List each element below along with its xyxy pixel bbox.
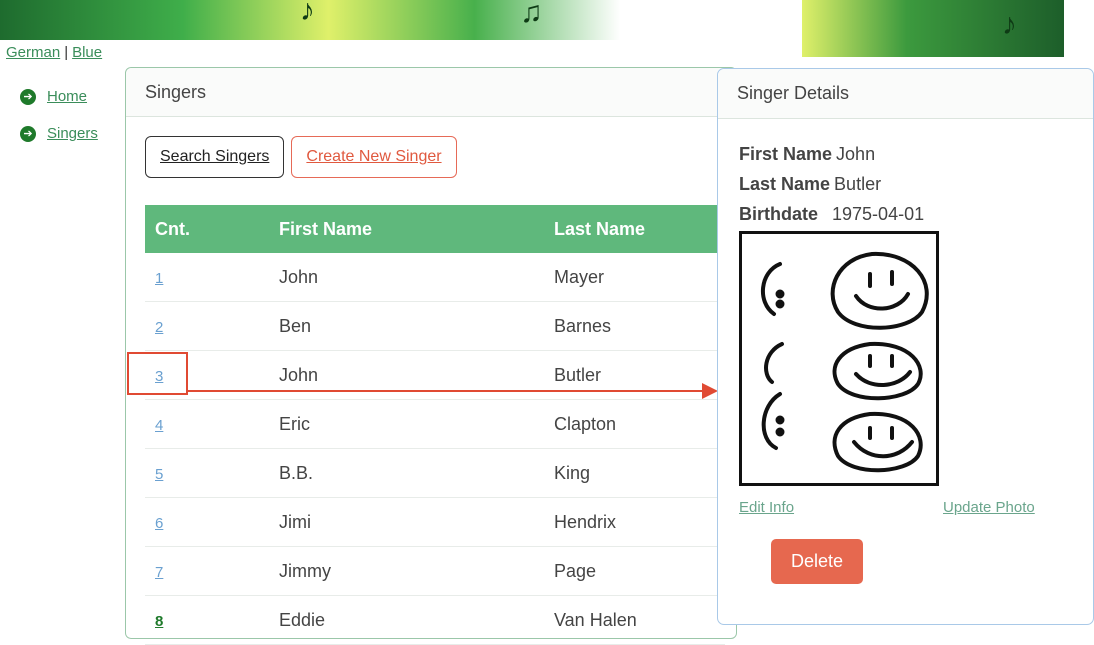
music-note-icon: ♪ [300, 0, 315, 27]
lang-separator: | [64, 44, 69, 61]
last-name-cell: Mayer [554, 266, 605, 287]
birthdate-line: Birthdate 1975-04-01 [739, 204, 924, 225]
table-row: 4 Eric Clapton [145, 400, 725, 449]
first-name-cell: Eddie [279, 609, 326, 630]
last-name-cell: Butler [554, 364, 602, 385]
header-cnt: Cnt. [155, 218, 190, 239]
singers-panel: Singers Search Singers Create New Singer… [125, 67, 737, 645]
table-row: 1 John Mayer [145, 253, 725, 302]
row-link[interactable]: 4 [155, 417, 163, 434]
first-name-cell: Jimmy [279, 560, 331, 581]
birthdate-label: Birthdate [739, 204, 819, 224]
annotation-arrow [188, 390, 706, 392]
header-banner: ♪ ♫ [0, 0, 730, 40]
music-note-icon: ♪ [1002, 8, 1017, 41]
singer-details-panel: Singer Details First Name John Last Name B… [717, 68, 1094, 625]
table-row: 5 B.B. King [145, 449, 725, 498]
create-singer-button[interactable]: Create New Singer [291, 136, 457, 178]
row-link[interactable]: 5 [155, 466, 163, 483]
update-photo-link[interactable]: Update Photo [943, 499, 1035, 516]
first-name-cell: Jimi [279, 511, 311, 532]
header-banner-right: ♪ [802, 0, 1064, 57]
last-name-cell: Page [554, 560, 597, 581]
arrow-right-icon: ➔ [20, 125, 36, 142]
first-name-cell: B.B. [279, 462, 314, 483]
birthdate-value: 1975-04-01 [832, 204, 925, 224]
row-link[interactable]: 7 [155, 564, 163, 581]
first-name-line: First Name John [739, 144, 875, 165]
table-row: 3 John Butler [145, 351, 725, 400]
last-name-cell: Hendrix [554, 511, 617, 532]
table-row: 6 Jimi Hendrix [145, 498, 725, 547]
nav-item-home[interactable]: ➔ Home [20, 78, 98, 115]
arrow-head-icon [702, 383, 718, 399]
first-name-value: John [836, 144, 876, 164]
blue-theme-link[interactable]: Blue [72, 44, 102, 61]
delete-button[interactable]: Delete [771, 539, 863, 584]
smiley-faces-image [760, 251, 929, 473]
singer-photo [739, 231, 939, 486]
row-link[interactable]: 6 [155, 515, 163, 532]
table-row: 7 Jimmy Page [145, 547, 725, 596]
header-last-name: Last Name [554, 218, 646, 239]
first-name-label: First Name [739, 144, 833, 164]
last-name-value: Butler [834, 174, 882, 194]
row-link[interactable]: 8 [155, 613, 163, 630]
action-buttons: Search Singers Create New Singer [145, 136, 457, 178]
first-name-cell: John [279, 364, 319, 385]
first-name-cell: John [279, 266, 319, 287]
last-name-cell: Van Halen [554, 609, 637, 630]
header-first-name: First Name [279, 218, 373, 239]
nav-singers-link[interactable]: Singers [47, 125, 98, 142]
singers-table: Cnt. First Name Last Name 1 John Mayer 2… [145, 205, 725, 645]
search-singers-button[interactable]: Search Singers [145, 136, 285, 178]
details-title: Singer Details [718, 69, 1093, 119]
last-name-label: Last Name [739, 174, 831, 194]
side-nav: ➔ Home ➔ Singers [20, 78, 98, 152]
last-name-cell: Clapton [554, 413, 617, 434]
german-link[interactable]: German [6, 44, 60, 61]
edit-info-link[interactable]: Edit Info [739, 499, 794, 516]
last-name-cell: Barnes [554, 315, 612, 336]
last-name-line: Last Name Butler [739, 174, 881, 195]
nav-home-link[interactable]: Home [47, 88, 87, 105]
row-link[interactable]: 2 [155, 319, 163, 336]
highlight-box [127, 352, 188, 395]
table-row: 8 Eddie Van Halen [145, 596, 725, 645]
table-row: 2 Ben Barnes [145, 302, 725, 351]
table-header: Cnt. First Name Last Name [145, 205, 725, 253]
music-note-icon: ♫ [520, 0, 543, 29]
first-name-cell: Eric [279, 413, 310, 434]
panel-title: Singers [126, 68, 736, 117]
row-link[interactable]: 1 [155, 270, 163, 287]
nav-item-singers[interactable]: ➔ Singers [20, 115, 98, 152]
last-name-cell: King [554, 462, 591, 483]
arrow-right-icon: ➔ [20, 88, 36, 105]
first-name-cell: Ben [279, 315, 312, 336]
language-bar: German | Blue [6, 44, 102, 61]
